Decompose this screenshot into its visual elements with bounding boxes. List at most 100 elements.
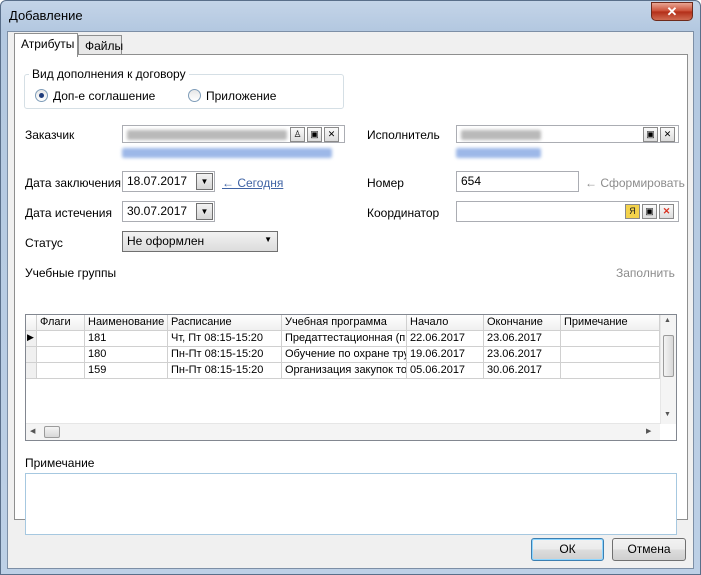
customer-card-button[interactable]: ♙ xyxy=(290,127,305,142)
table-cell[interactable] xyxy=(561,363,660,379)
executor-label: Исполнитель xyxy=(367,128,440,142)
tab-attributes-label: Атрибуты xyxy=(21,37,75,51)
customer-copy-button[interactable]: ▣ xyxy=(307,127,322,142)
close-icon: ✕ xyxy=(666,4,678,19)
table-cell[interactable]: 23.06.2017 xyxy=(484,347,561,363)
clear-icon: ✕ xyxy=(662,206,671,216)
table-cell[interactable]: Предаттестационная (пр xyxy=(282,331,407,347)
executor-copy-button[interactable]: ▣ xyxy=(643,127,658,142)
scroll-right-icon[interactable]: ▶ xyxy=(646,427,651,435)
generate-link[interactable]: ← Сформировать xyxy=(585,176,685,190)
customer-redacted-link[interactable] xyxy=(122,148,332,158)
vertical-scroll-thumb[interactable] xyxy=(663,335,674,377)
status-select[interactable]: Не оформлен ▼ xyxy=(122,231,278,252)
today-link[interactable]: ← Сегодня xyxy=(222,176,283,190)
executor-redacted-text xyxy=(461,130,541,140)
row-selector-icon[interactable]: ▶ xyxy=(26,331,37,347)
status-label: Статус xyxy=(25,236,63,250)
number-value: 654 xyxy=(461,174,482,188)
tab-files[interactable]: Файлы xyxy=(78,35,124,55)
chevron-down-icon: ▼ xyxy=(264,235,272,244)
yandex-icon: Я xyxy=(629,206,636,216)
clear-icon: ✕ xyxy=(663,129,672,139)
groups-table[interactable]: Флаги Наименование Расписание Учебная пр… xyxy=(25,314,677,441)
scroll-left-icon[interactable]: ◀ xyxy=(30,427,35,435)
table-cell[interactable]: 159 xyxy=(85,363,168,379)
executor-clear-button[interactable]: ✕ xyxy=(660,127,675,142)
horizontal-scroll-thumb[interactable] xyxy=(44,426,60,438)
table-cell[interactable] xyxy=(37,363,85,379)
table-cell[interactable] xyxy=(37,347,85,363)
table-cell[interactable]: Чт, Пт 08:15-15:20 xyxy=(168,331,282,347)
executor-redacted-link[interactable] xyxy=(456,148,541,158)
table-cell[interactable]: 30.06.2017 xyxy=(484,363,561,379)
table-cell[interactable]: 23.06.2017 xyxy=(484,331,561,347)
radio-appendix-label[interactable]: Приложение xyxy=(206,89,276,103)
note-textarea[interactable] xyxy=(25,473,677,535)
coordinator-copy-button[interactable]: ▣ xyxy=(642,204,657,219)
row-selector[interactable] xyxy=(26,347,37,363)
tab-attributes[interactable]: Атрибуты xyxy=(14,33,78,57)
customer-label: Заказчик xyxy=(25,128,75,142)
radio-supplement-agreement[interactable] xyxy=(35,89,48,102)
copy-icon: ▣ xyxy=(310,129,319,139)
attributes-page: Вид дополнения к договору Доп-е соглашен… xyxy=(14,54,688,535)
dialog-window: Добавление ✕ Атрибуты Файлы Вид дополнен… xyxy=(0,0,701,575)
radio-supplement-agreement-label[interactable]: Доп-е соглашение xyxy=(53,89,155,103)
table-cell[interactable]: Пн-Пт 08:15-15:20 xyxy=(168,363,282,379)
column-header[interactable]: Расписание xyxy=(168,315,282,331)
copy-icon: ▣ xyxy=(645,206,654,216)
title-bar[interactable]: Добавление ✕ xyxy=(1,1,700,31)
close-button[interactable]: ✕ xyxy=(651,2,693,21)
table-cell[interactable]: 180 xyxy=(85,347,168,363)
column-header[interactable]: Начало xyxy=(407,315,484,331)
client-area: Атрибуты Файлы Вид дополнения к договору… xyxy=(7,31,694,569)
column-header[interactable]: Окончание xyxy=(484,315,561,331)
number-field[interactable]: 654 xyxy=(456,171,579,192)
window-title: Добавление xyxy=(9,8,83,23)
date-expiry-dropdown[interactable]: ▼ xyxy=(196,203,213,220)
supplement-type-title: Вид дополнения к договору xyxy=(29,67,189,81)
copy-icon: ▣ xyxy=(646,129,655,139)
table-cell[interactable]: 22.06.2017 xyxy=(407,331,484,347)
horizontal-scrollbar[interactable]: ◀ ▶ xyxy=(26,423,660,440)
row-selector[interactable] xyxy=(26,363,37,379)
fill-link[interactable]: Заполнить xyxy=(616,266,675,280)
radio-selected-dot xyxy=(39,93,44,98)
date-expiry-value: 30.07.2017 xyxy=(127,204,188,218)
coordinator-yandex-button[interactable]: Я xyxy=(625,204,640,219)
dropdown-arrow-icon: ▼ xyxy=(200,177,209,186)
customer-clear-button[interactable]: ✕ xyxy=(324,127,339,142)
table-cell[interactable]: 05.06.2017 xyxy=(407,363,484,379)
column-header[interactable]: Наименование xyxy=(85,315,168,331)
customer-redacted-text xyxy=(127,130,287,140)
radio-appendix[interactable] xyxy=(188,89,201,102)
table-cell[interactable]: Пн-Пт 08:15-15:20 xyxy=(168,347,282,363)
ok-button[interactable]: ОК xyxy=(531,538,604,561)
clear-icon: ✕ xyxy=(327,129,336,139)
column-header[interactable]: Примечание xyxy=(561,315,660,331)
scroll-up-icon[interactable]: ▲ xyxy=(664,317,671,324)
table-cell[interactable]: 181 xyxy=(85,331,168,347)
table-cell[interactable]: 19.06.2017 xyxy=(407,347,484,363)
date-concluded-value: 18.07.2017 xyxy=(127,174,188,188)
status-value: Не оформлен xyxy=(127,234,205,248)
table-cell[interactable]: Обучение по охране тру xyxy=(282,347,407,363)
date-concluded-label: Дата заключения xyxy=(25,176,121,190)
coordinator-clear-button[interactable]: ✕ xyxy=(659,204,674,219)
cancel-button[interactable]: Отмена xyxy=(612,538,686,561)
table-cell[interactable]: Организация закупок то xyxy=(282,363,407,379)
scroll-down-icon[interactable]: ▼ xyxy=(664,411,671,418)
table-cell[interactable] xyxy=(561,347,660,363)
column-header[interactable]: Флаги xyxy=(37,315,85,331)
vertical-scrollbar[interactable]: ▲ ▼ xyxy=(660,315,676,424)
date-concluded-dropdown[interactable]: ▼ xyxy=(196,173,213,190)
tab-files-label: Файлы xyxy=(85,39,124,53)
coordinator-label: Координатор xyxy=(367,206,440,220)
groups-title: Учебные группы xyxy=(25,266,117,280)
row-header-corner xyxy=(26,315,37,331)
number-label: Номер xyxy=(367,176,404,190)
table-cell[interactable] xyxy=(561,331,660,347)
table-cell[interactable] xyxy=(37,331,85,347)
column-header[interactable]: Учебная программа xyxy=(282,315,407,331)
